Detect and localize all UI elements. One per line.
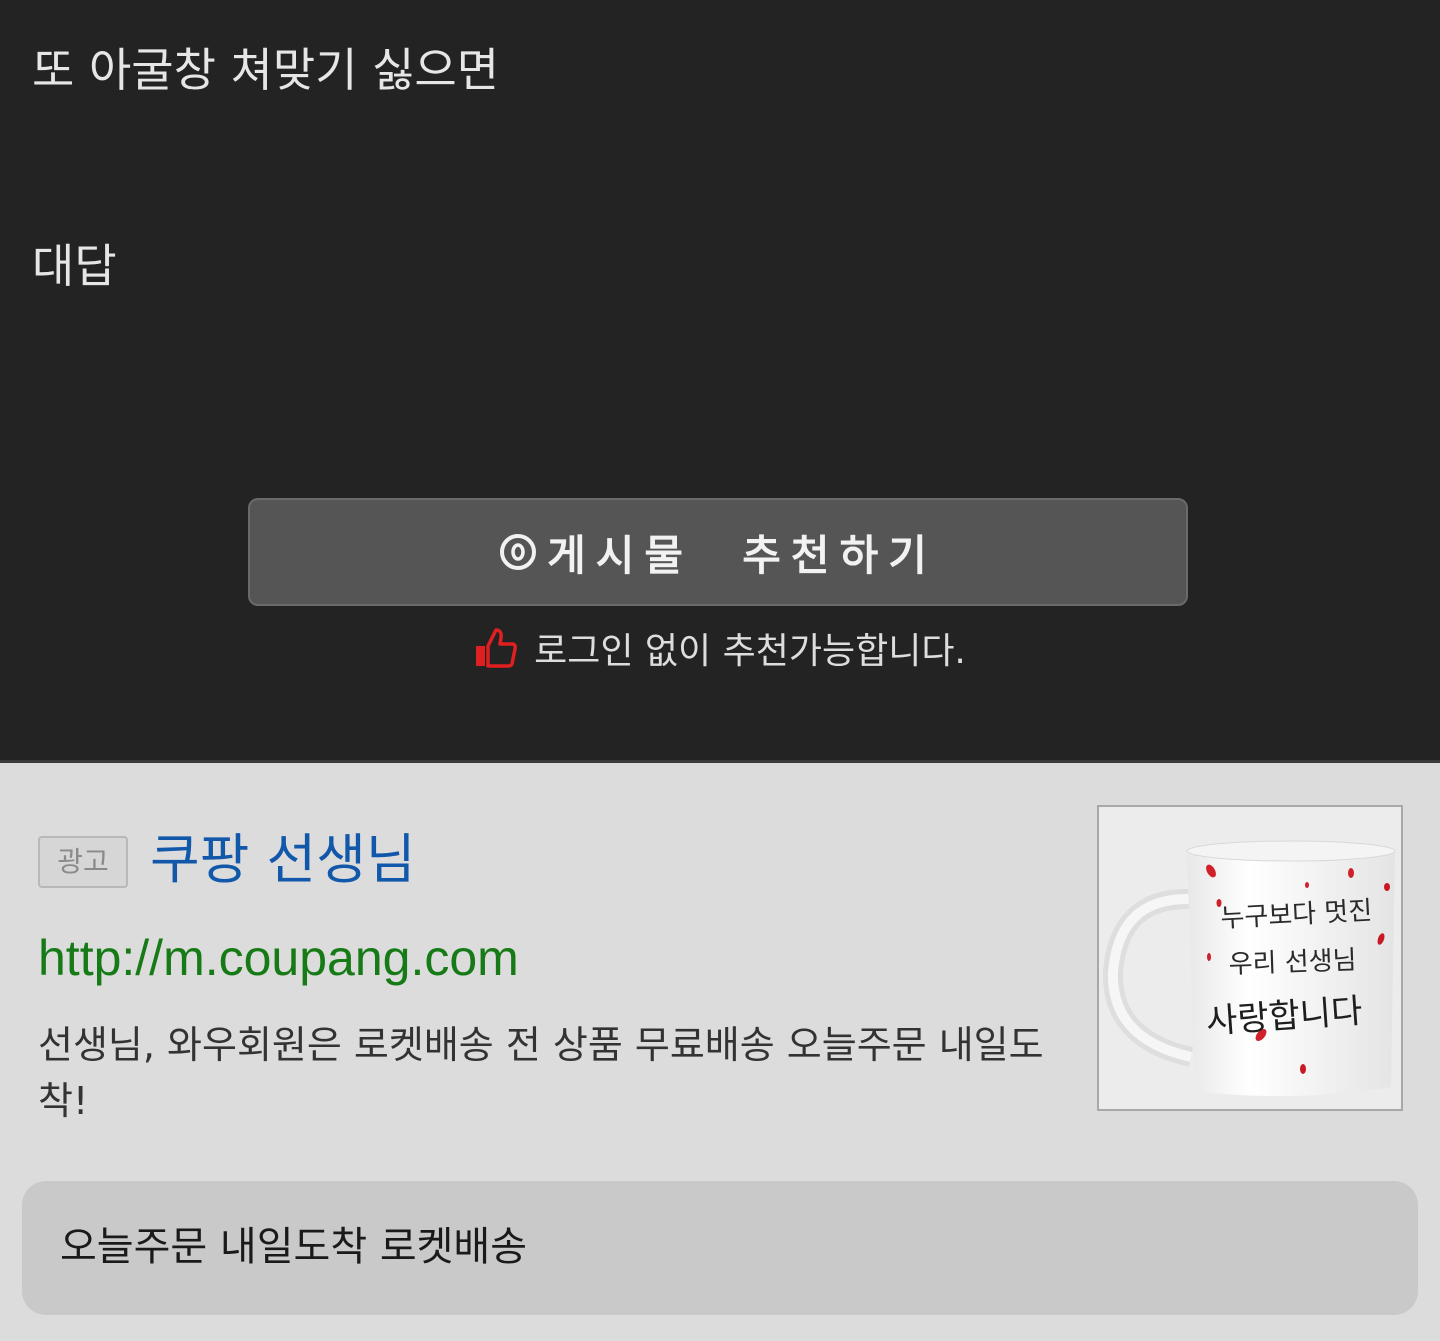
post-body: 또 아굴창 쳐맞기 싫으면 대답 게시물 추천하기 로그인 없이 추천가능합니다… bbox=[0, 0, 1440, 762]
post-text-line: 대답 bbox=[32, 239, 117, 293]
thumbs-up-icon bbox=[476, 628, 518, 668]
recommend-button-label: 게시물 추천하기 bbox=[547, 530, 937, 580]
recommend-post-button[interactable]: 게시물 추천하기 bbox=[248, 498, 1188, 606]
mug-image: 누구보다 멋진 우리 선생님 사랑합니다 bbox=[1099, 807, 1401, 1109]
post-text-line: 또 아굴창 쳐맞기 싫으면 bbox=[32, 43, 500, 97]
login-note-text: 로그인 없이 추천가능합니다. bbox=[534, 631, 966, 672]
ad-title-link[interactable]: 쿠팡 선생님 bbox=[150, 825, 416, 895]
ad-url-link[interactable]: http://m.coupang.com bbox=[38, 927, 519, 989]
mug-text-line: 우리 선생님 bbox=[1228, 946, 1357, 980]
ad-cta-label: 오늘주문 내일도착 로켓배송 bbox=[60, 1224, 528, 1270]
login-note: 로그인 없이 추천가능합니다. bbox=[0, 622, 1440, 674]
ad-cta-button[interactable]: 오늘주문 내일도착 로켓배송 bbox=[22, 1181, 1418, 1315]
ad-block: 광고 쿠팡 선생님 http://m.coupang.com 선생님, 와우회원… bbox=[0, 763, 1440, 1341]
circle-dot-icon bbox=[500, 534, 537, 570]
ad-badge: 광고 bbox=[38, 836, 128, 888]
ad-description: 선생님, 와우회원은 로켓배송 전 상품 무료배송 오늘주문 내일도착! bbox=[38, 1023, 1044, 1123]
ad-product-image[interactable]: 누구보다 멋진 우리 선생님 사랑합니다 bbox=[1097, 805, 1403, 1111]
